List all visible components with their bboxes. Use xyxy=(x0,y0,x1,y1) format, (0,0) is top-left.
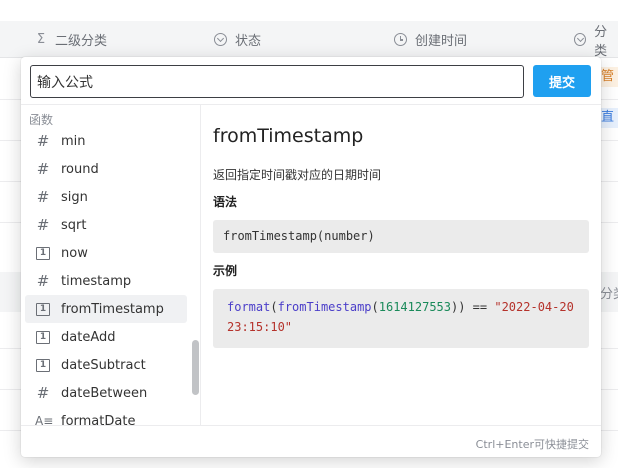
function-item-fromtimestamp[interactable]: 1 fromTimestamp xyxy=(25,295,187,323)
column-header-secondary-category[interactable]: Σ 二级分类 xyxy=(34,21,107,58)
calendar-icon: 1 xyxy=(36,302,50,316)
column-label: 状态 xyxy=(235,34,262,49)
text-format-icon: A≡ xyxy=(35,414,54,425)
shortcut-hint: Ctrl+Enter可快捷提交 xyxy=(475,438,589,451)
function-label: formatDate xyxy=(61,413,136,426)
syntax-heading: 语法 xyxy=(213,195,238,209)
column-header-category[interactable]: 分类 xyxy=(574,21,618,59)
function-label: fromTimestamp xyxy=(61,301,164,317)
function-label: dateAdd xyxy=(61,329,116,345)
category-tag: 管 xyxy=(601,67,618,87)
code-paren: ( xyxy=(270,300,278,314)
code-operator: )) == xyxy=(451,300,495,314)
function-item-timestamp[interactable]: # timestamp xyxy=(25,267,187,295)
clock-icon xyxy=(394,33,407,46)
formula-editor-popup: 提交 函数 # min # round # sign # sqrt 1 now … xyxy=(21,57,601,457)
hash-icon: # xyxy=(36,132,50,150)
function-item-round[interactable]: # round xyxy=(25,155,187,183)
function-description: 返回指定时间戳对应的日期时间 xyxy=(213,168,382,182)
popup-footer: Ctrl+Enter可快捷提交 xyxy=(21,425,601,457)
function-list[interactable]: 函数 # min # round # sign # sqrt 1 now # t… xyxy=(21,105,201,425)
column-header-status[interactable]: 状态 xyxy=(214,21,261,58)
code-paren: ( xyxy=(371,300,379,314)
function-label: dateBetween xyxy=(61,385,148,401)
function-title: fromTimestamp xyxy=(213,125,364,147)
function-item-datesubtract[interactable]: 1 dateSubtract xyxy=(25,351,187,379)
function-item-formatdate[interactable]: A≡ formatDate xyxy=(25,407,187,426)
formula-input-row: 提交 xyxy=(21,57,601,105)
column-label: 创建时间 xyxy=(415,34,468,49)
formula-input[interactable] xyxy=(30,65,524,98)
syntax-code: fromTimestamp(number) xyxy=(213,220,589,253)
hash-icon: # xyxy=(36,272,50,290)
function-label: sqrt xyxy=(61,217,87,233)
chevron-circle-icon xyxy=(574,33,587,46)
example-code: format(fromTimestamp(1614127553)) == "20… xyxy=(213,289,589,348)
function-label: sign xyxy=(61,189,88,205)
function-item-sign[interactable]: # sign xyxy=(25,183,187,211)
hash-icon: # xyxy=(36,188,50,206)
function-label: timestamp xyxy=(61,273,132,289)
function-item-min[interactable]: # min xyxy=(25,127,187,155)
submit-button[interactable]: 提交 xyxy=(533,65,591,97)
example-heading: 示例 xyxy=(213,264,238,278)
hash-icon: # xyxy=(36,160,50,178)
code-string-token: "2022-04-20 xyxy=(494,300,574,314)
function-item-datebetween[interactable]: # dateBetween xyxy=(25,379,187,407)
column-label: 分类 xyxy=(594,24,608,59)
hash-icon: # xyxy=(36,216,50,234)
group-label: 分类 xyxy=(600,287,618,302)
calendar-icon: 1 xyxy=(36,358,50,372)
function-section-label: 函数 xyxy=(29,113,54,127)
function-doc-panel: fromTimestamp 返回指定时间戳对应的日期时间 语法 fromTime… xyxy=(202,105,601,425)
table-header: Σ 二级分类 状态 创建时间 分类 xyxy=(0,21,618,59)
sigma-icon: Σ xyxy=(36,32,46,47)
calendar-icon: 1 xyxy=(36,246,50,260)
calendar-icon: 1 xyxy=(36,330,50,344)
function-item-now[interactable]: 1 now xyxy=(25,239,187,267)
function-label: min xyxy=(61,133,86,149)
code-string-token: 23:15:10" xyxy=(227,320,293,334)
function-label: dateSubtract xyxy=(61,357,146,373)
category-tag: 直 xyxy=(601,108,618,128)
code-function-token: format xyxy=(227,300,271,314)
function-item-sqrt[interactable]: # sqrt xyxy=(25,211,187,239)
hash-icon: # xyxy=(36,384,50,402)
function-label: round xyxy=(61,161,99,177)
function-item-dateadd[interactable]: 1 dateAdd xyxy=(25,323,187,351)
code-number-token: 1614127553 xyxy=(378,300,451,314)
function-list-scrollbar[interactable] xyxy=(192,340,199,395)
column-label: 二级分类 xyxy=(55,34,108,49)
code-function-token: fromTimestamp xyxy=(277,300,372,314)
column-header-created-time[interactable]: 创建时间 xyxy=(394,21,467,58)
chevron-circle-icon xyxy=(214,33,227,46)
function-label: now xyxy=(61,245,88,261)
